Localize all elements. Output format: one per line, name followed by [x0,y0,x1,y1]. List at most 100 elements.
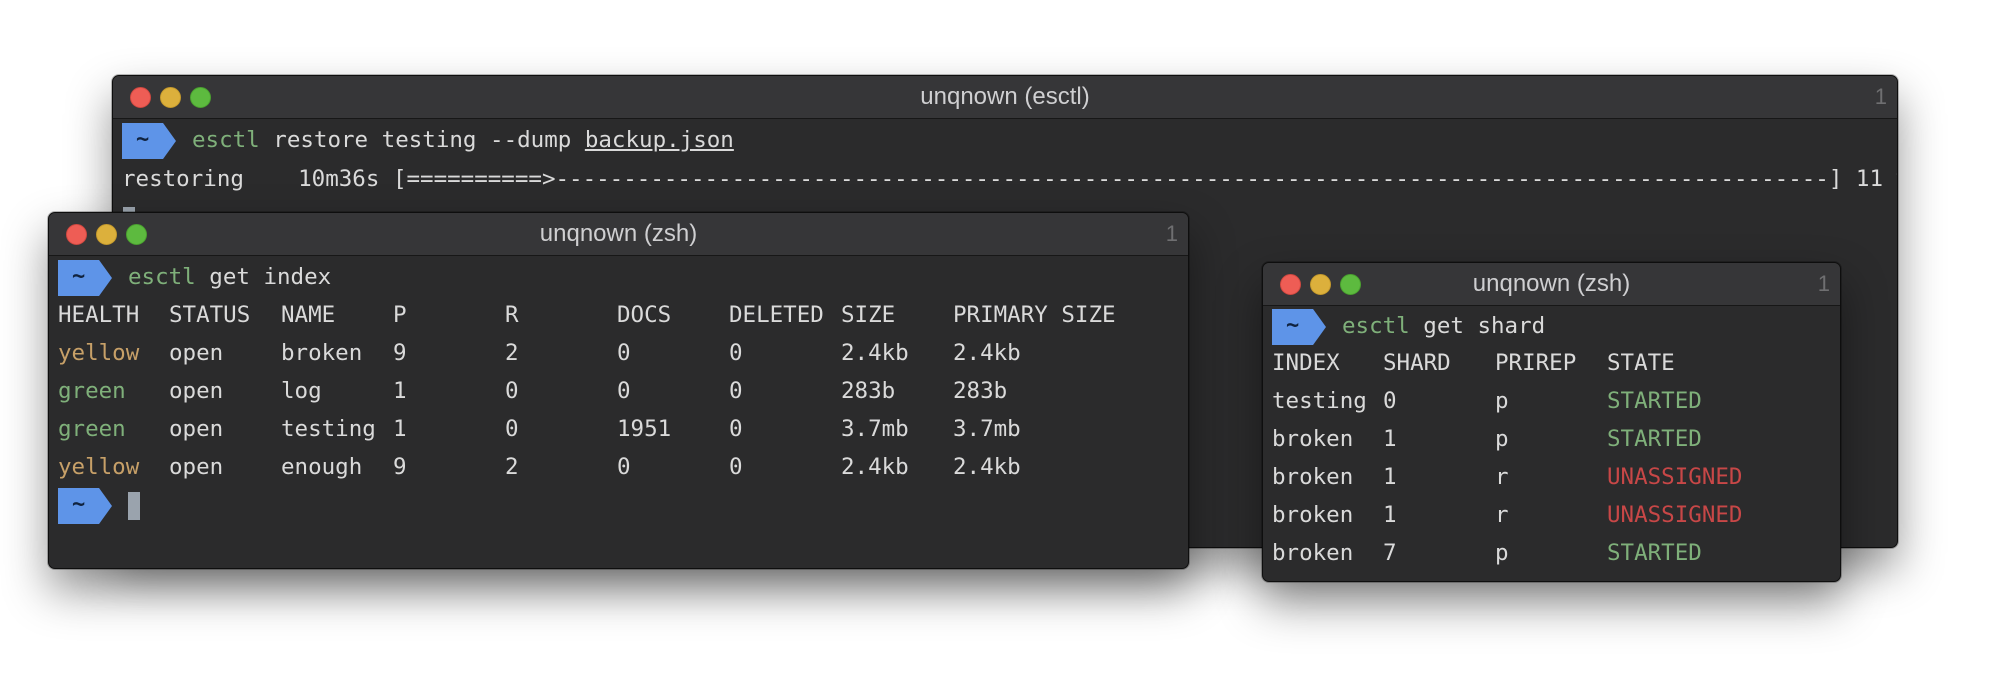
docs-cell: 1951 [617,416,672,442]
column-header-deleted: DELETED [729,302,824,328]
docs-cell: 0 [617,378,631,404]
column-header-p: P [393,302,407,328]
health-cell: green [58,378,126,404]
health-cell: green [58,416,126,442]
table-row: broken 1 r UNASSIGNED [1272,460,1832,494]
command-name: esctl [1342,313,1410,339]
prompt-symbol: ~ [136,127,150,152]
column-header-index: INDEX [1272,350,1340,376]
r-cell: 0 [505,378,519,404]
column-header-prirep: PRIREP [1495,350,1577,376]
command-line: esctl get index [128,260,331,294]
docs-cell: 0 [617,454,631,480]
state-cell: STARTED [1607,388,1702,414]
name-cell: enough [281,454,363,480]
file-argument: backup.json [584,127,734,153]
size-cell: 2.4kb [841,340,909,366]
column-header-state: STATE [1607,350,1675,376]
state-cell: UNASSIGNED [1607,502,1743,528]
prirep-cell: p [1495,540,1509,566]
r-cell: 0 [505,416,519,442]
deleted-cell: 0 [729,416,743,442]
health-cell: yellow [58,454,140,480]
prompt-line: ~ esctl get index [49,260,1188,296]
column-header-name: NAME [281,302,336,328]
column-header-shard: SHARD [1383,350,1451,376]
status-cell: open [169,454,224,480]
column-header-status: STATUS [169,302,251,328]
state-cell: STARTED [1607,540,1702,566]
window-title: unqnown (zsh) [1472,270,1631,297]
progress-percent: 11 % [1855,166,1897,192]
name-cell: log [281,378,322,404]
shard-cell: 1 [1383,464,1397,490]
table-row: green open testing 1 0 1951 0 3.7mb 3.7m… [58,412,1178,446]
table-row: green open log 1 0 0 0 283b 283b [58,374,1178,408]
progress-label: restoring [122,166,244,192]
shard-cell: 1 [1383,426,1397,452]
index-cell: broken [1272,464,1354,490]
title-bar[interactable]: unqnown (zsh) 1 [1263,263,1840,306]
progress-line: restoring 10m36s [==========>-----------… [122,162,1897,196]
primary-size-cell: 283b [953,378,1008,404]
state-cell: UNASSIGNED [1607,464,1743,490]
table-header: HEALTH STATUS NAME P R DOCS DELETED SIZE… [58,298,1178,332]
prompt-symbol: ~ [72,264,86,289]
index-cell: broken [1272,426,1354,452]
prompt-symbol: ~ [72,492,86,517]
docs-cell: 0 [617,340,631,366]
tab-number: 1 [1817,271,1830,296]
p-cell: 1 [393,378,407,404]
window-title: unqnown (esctl) [920,83,1090,110]
prirep-cell: p [1495,388,1509,414]
terminal-content[interactable]: ~ esctl get shard INDEX SHARD PRIREP STA… [1263,306,1840,581]
deleted-cell: 0 [729,340,743,366]
deleted-cell: 0 [729,378,743,404]
title-bar[interactable]: unqnown (esctl) 1 [113,76,1897,119]
terminal-cursor [128,492,140,520]
window-title: unqnown (zsh) [539,220,698,247]
status-cell: open [169,340,224,366]
tab-number: 1 [1874,84,1887,109]
r-cell: 2 [505,340,519,366]
terminal-content[interactable]: ~ esctl get index HEALTH STATUS NAME P R… [49,256,1188,568]
title-bar[interactable]: unqnown (zsh) 1 [49,213,1188,256]
column-header-health: HEALTH [58,302,140,328]
index-cell: broken [1272,502,1354,528]
terminal-window-index[interactable]: unqnown (zsh) 1 ~ esctl get index HEALTH… [48,212,1189,569]
table-row: broken 7 p STARTED [1272,536,1832,570]
column-header-r: R [505,302,519,328]
deleted-cell: 0 [729,454,743,480]
command-name: esctl [192,127,260,153]
command-args: get shard [1423,313,1546,339]
prompt-badge: ~ [122,123,176,159]
status-cell: open [169,378,224,404]
table-row: broken 1 r UNASSIGNED [1272,498,1832,532]
command-args: restore testing --dump [273,127,572,153]
primary-size-cell: 2.4kb [953,340,1021,366]
command-args: get index [209,264,332,290]
elapsed-time: 10m36s [298,166,380,192]
p-cell: 9 [393,340,407,366]
p-cell: 1 [393,416,407,442]
column-header-size: SIZE [841,302,896,328]
prirep-cell: r [1495,502,1509,528]
p-cell: 9 [393,454,407,480]
shard-cell: 7 [1383,540,1397,566]
health-cell: yellow [58,340,140,366]
size-cell: 283b [841,378,896,404]
progress-bar: [==========>----------------------------… [392,166,1843,192]
prompt-line: ~ esctl restore testing --dump backup.js… [113,123,1897,159]
column-header-primary-size: PRIMARY SIZE [953,302,1116,328]
r-cell: 2 [505,454,519,480]
terminal-window-shard[interactable]: unqnown (zsh) 1 ~ esctl get shard INDEX … [1262,262,1841,582]
name-cell: broken [281,340,363,366]
prompt-badge: ~ [1272,309,1326,345]
state-cell: STARTED [1607,426,1702,452]
shard-cell: 1 [1383,502,1397,528]
command-name: esctl [128,264,196,290]
size-cell: 3.7mb [841,416,909,442]
prirep-cell: p [1495,426,1509,452]
command-line: esctl restore testing --dump backup.json [192,123,734,157]
primary-size-cell: 3.7mb [953,416,1021,442]
